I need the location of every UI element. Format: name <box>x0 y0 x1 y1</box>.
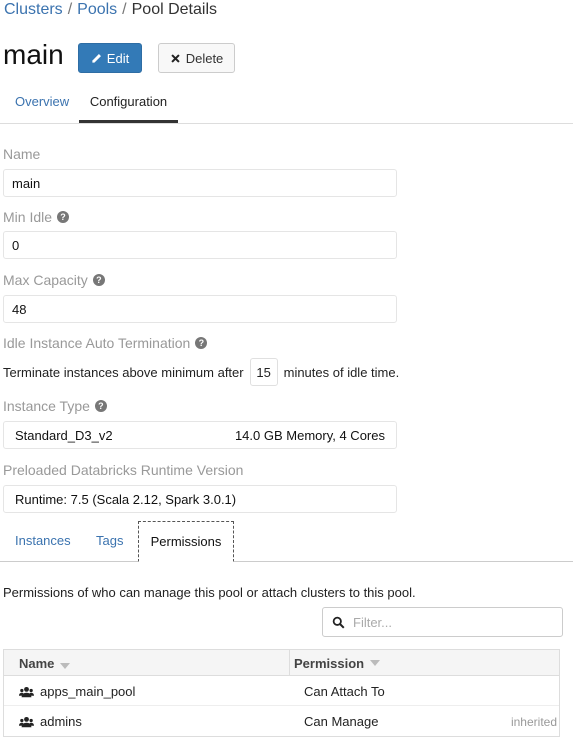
max-capacity-label-text: Max Capacity <box>3 272 88 288</box>
permissions-filter-input[interactable]: Filter... <box>322 607 563 637</box>
help-icon[interactable]: ? <box>57 211 70 223</box>
breadcrumb: Clusters / Pools / Pool Details <box>4 1 217 19</box>
table-header: Name Permission <box>4 650 559 676</box>
table-row: apps_main_pool Can Attach To <box>4 676 559 706</box>
name-column-label: Name <box>19 656 55 671</box>
row-permission-select[interactable]: Can Attach To <box>304 684 385 699</box>
inherited-badge: inherited <box>510 715 557 729</box>
instance-type-select[interactable]: Standard_D3_v2 14.0 GB Memory, 4 Cores <box>3 421 397 449</box>
auto-termination-label-text: Idle Instance Auto Termination <box>3 335 191 351</box>
min-idle-label-text: Min Idle <box>3 209 53 225</box>
main-tabs: Overview Configuration <box>0 85 573 124</box>
breadcrumb-separator: / <box>67 1 73 18</box>
row-name-cell: apps_main_pool <box>19 684 135 699</box>
name-column-header[interactable]: Name <box>19 656 71 671</box>
filter-placeholder: Filter... <box>353 614 393 630</box>
users-icon <box>19 716 34 727</box>
auto-termination-row: Terminate instances above minimum after … <box>3 357 399 387</box>
row-name-cell: admins <box>19 714 82 729</box>
help-icon[interactable]: ? <box>195 337 208 349</box>
auto-termination-suffix: minutes of idle time. <box>283 364 400 380</box>
page-title: main <box>3 39 64 70</box>
tab-tags[interactable]: Tags <box>96 533 123 548</box>
caret-down-icon <box>370 660 381 666</box>
breadcrumb-clusters-link[interactable]: Clusters <box>4 1 63 18</box>
breadcrumb-pools-link[interactable]: Pools <box>77 1 117 18</box>
permissions-table: Name Permission apps_main_pool Can Attac… <box>3 649 560 737</box>
tab-instances[interactable]: Instances <box>15 533 71 548</box>
max-capacity-label: Max Capacity ? <box>3 272 105 288</box>
caret-down-icon <box>60 662 71 669</box>
instance-type-detail: 14.0 GB Memory, 4 Cores <box>234 427 385 443</box>
tab-overview[interactable]: Overview <box>15 94 69 109</box>
help-icon[interactable]: ? <box>92 274 105 286</box>
instance-type-label: Instance Type ? <box>3 398 107 414</box>
row-principal-name: admins <box>40 714 82 729</box>
runtime-select[interactable]: Runtime: 7.5 (Scala 2.12, Spark 3.0.1) <box>3 485 397 513</box>
delete-button-label: Delete <box>185 50 224 66</box>
pencil-icon <box>92 53 101 63</box>
runtime-label-text: Preloaded Databricks Runtime Version <box>3 462 244 478</box>
name-label: Name <box>3 146 40 162</box>
pool-subtabs: Instances Tags Permissions <box>0 521 573 562</box>
runtime-label: Preloaded Databricks Runtime Version <box>3 462 243 478</box>
edit-button-label: Edit <box>106 50 130 66</box>
search-icon <box>332 616 345 628</box>
tab-permissions[interactable]: Permissions <box>138 521 234 562</box>
max-capacity-field[interactable]: 48 <box>3 295 397 323</box>
auto-termination-minutes-field[interactable]: 15 <box>249 358 278 386</box>
users-icon <box>19 686 34 697</box>
table-row: admins Can Manage inherited <box>4 706 559 736</box>
help-icon[interactable]: ? <box>94 400 107 412</box>
delete-button[interactable]: Delete <box>158 43 235 73</box>
auto-termination-prefix: Terminate instances above minimum after <box>3 364 244 380</box>
breadcrumb-separator: / <box>122 1 127 18</box>
instance-type-label-text: Instance Type <box>3 398 90 414</box>
permissions-description: Permissions of who can manage this pool … <box>3 585 416 600</box>
breadcrumb-current: Pool Details <box>131 1 217 18</box>
row-permission-value: Can Manage <box>304 714 379 729</box>
row-principal-name: apps_main_pool <box>40 684 136 699</box>
edit-button[interactable]: Edit <box>78 43 142 73</box>
x-icon <box>171 53 180 63</box>
runtime-value: Runtime: 7.5 (Scala 2.12, Spark 3.0.1) <box>15 491 237 507</box>
permission-column-label: Permission <box>294 656 365 671</box>
name-field[interactable]: main <box>3 169 397 197</box>
tab-configuration[interactable]: Configuration <box>79 85 178 123</box>
name-label-text: Name <box>3 146 41 162</box>
min-idle-label: Min Idle ? <box>3 209 70 225</box>
permission-column-header[interactable]: Permission <box>289 650 381 675</box>
instance-type-value: Standard_D3_v2 <box>15 427 113 443</box>
min-idle-field[interactable]: 0 <box>3 231 397 259</box>
auto-termination-label: Idle Instance Auto Termination ? <box>3 335 208 351</box>
